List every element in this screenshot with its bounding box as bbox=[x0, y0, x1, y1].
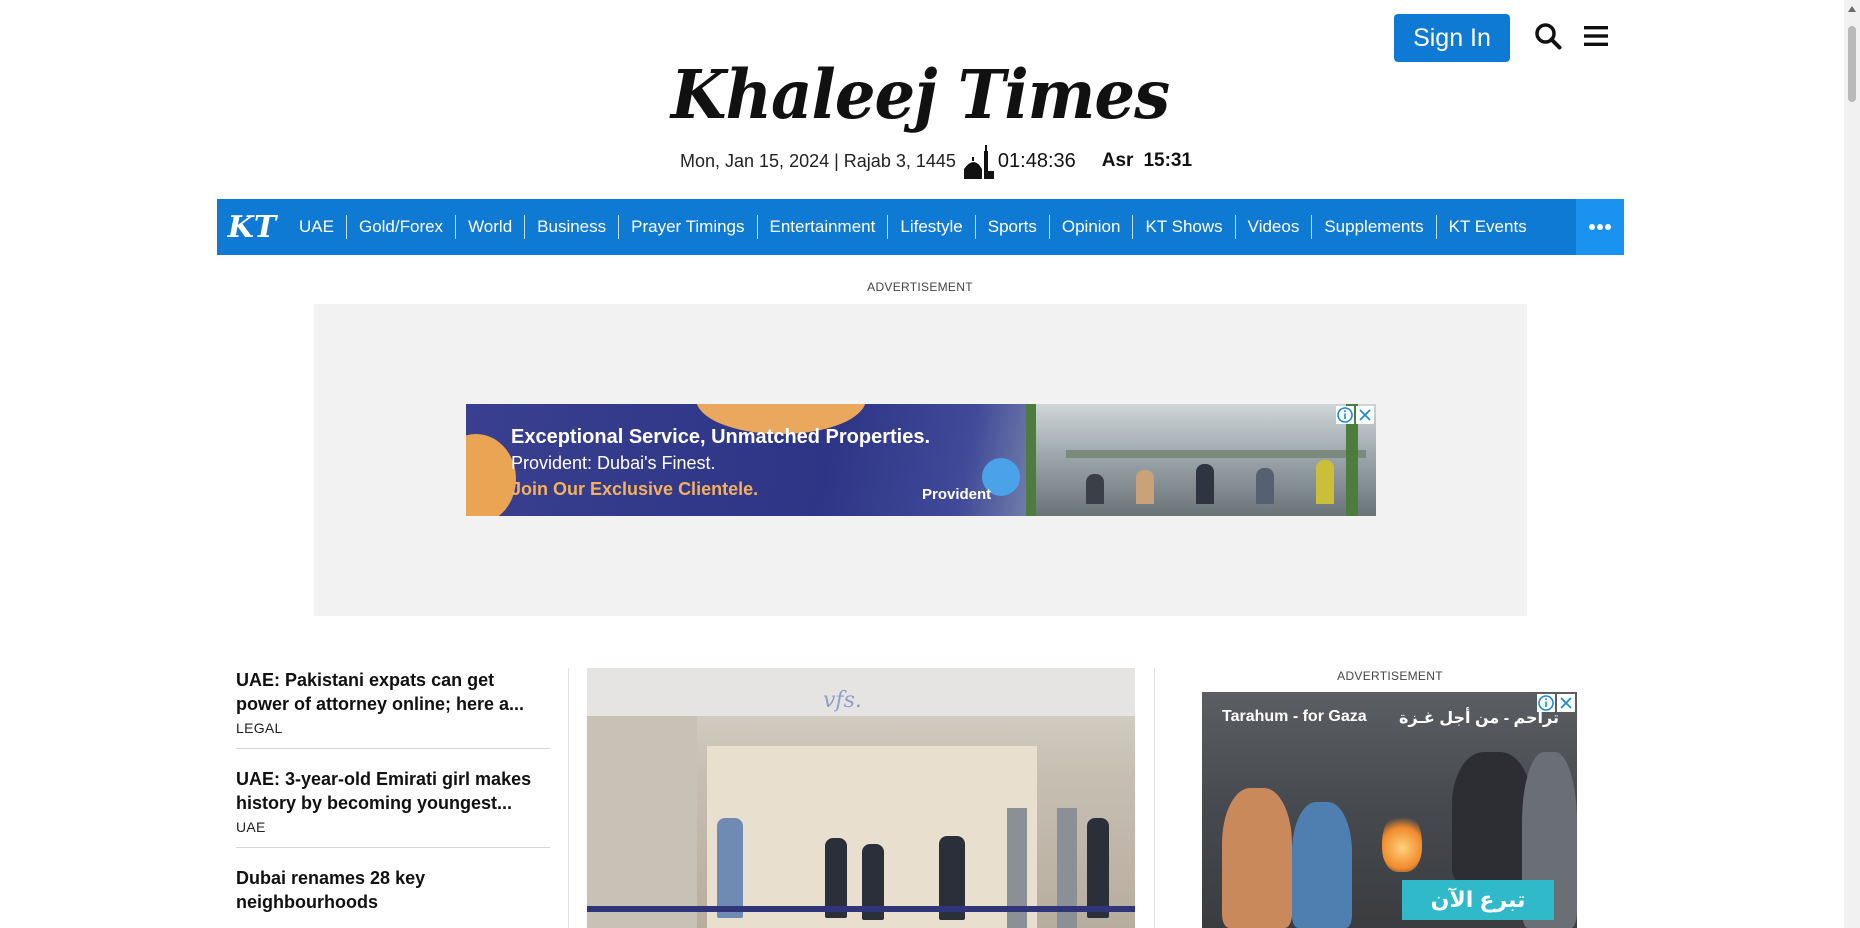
list-item[interactable]: UAE: 3-year-old Emirati girl makes histo… bbox=[236, 767, 550, 848]
nav-item-uae[interactable]: UAE bbox=[287, 215, 347, 239]
nav-item-prayer-timings[interactable]: Prayer Timings bbox=[619, 215, 758, 239]
nav-item-business[interactable]: Business bbox=[525, 215, 620, 239]
right-ad-banner[interactable]: Tarahum - for Gaza تراحم - من أجل غـزة ت… bbox=[1202, 692, 1577, 928]
image-signage: vfs. bbox=[823, 688, 862, 713]
ad-subline: Provident: Dubai's Finest. bbox=[511, 453, 716, 473]
nav-item-videos[interactable]: Videos bbox=[1236, 215, 1313, 239]
nav-item-entertainment[interactable]: Entertainment bbox=[758, 215, 889, 239]
mosque-icon bbox=[963, 145, 994, 179]
ad-headline: Exceptional Service, Unmatched Propertie… bbox=[511, 426, 931, 448]
sign-in-button[interactable]: Sign In bbox=[1394, 14, 1510, 62]
column-divider bbox=[568, 668, 569, 928]
date-separator: | bbox=[834, 150, 839, 171]
news-headline[interactable]: UAE: Pakistani expats can get power of a… bbox=[236, 668, 550, 716]
ad-close-icon[interactable] bbox=[1356, 406, 1374, 424]
nav-item-supplements[interactable]: Supplements bbox=[1312, 215, 1437, 239]
image-detail bbox=[1087, 818, 1109, 918]
ad-brand: Provident bbox=[922, 486, 992, 503]
ad-close-icon[interactable] bbox=[1557, 694, 1575, 712]
date-prayer-bar: Mon, Jan 15, 2024 | Rajab 3, 1445 01:48:… bbox=[680, 136, 1192, 186]
ad-info-icon[interactable] bbox=[1336, 406, 1354, 424]
ad-photo-detail bbox=[1292, 802, 1352, 928]
nav-item-kt-events[interactable]: KT Events bbox=[1437, 215, 1539, 239]
news-category[interactable]: LEGAL bbox=[236, 720, 550, 736]
image-detail bbox=[717, 818, 743, 918]
news-list: UAE: Pakistani expats can get power of a… bbox=[236, 668, 550, 928]
next-prayer-time: 15:31 bbox=[1143, 150, 1193, 171]
image-detail bbox=[587, 906, 1135, 912]
image-detail bbox=[587, 716, 697, 928]
ad-cta: Join Our Exclusive Clientele. bbox=[511, 479, 759, 499]
scrollbar-thumb[interactable] bbox=[1848, 26, 1856, 102]
ad-photo-detail bbox=[1222, 788, 1292, 928]
current-time: 01:48:36 bbox=[997, 149, 1076, 172]
nav-item-world[interactable]: World bbox=[456, 215, 526, 239]
hijri-date: Rajab 3, 1445 bbox=[843, 150, 956, 171]
next-prayer-name: Asr bbox=[1101, 150, 1134, 171]
ad-title-english: Tarahum - for Gaza bbox=[1222, 708, 1367, 725]
page-scrollbar[interactable] bbox=[1844, 0, 1860, 928]
donate-now-button[interactable]: تبرع الآن bbox=[1402, 880, 1554, 920]
list-item[interactable]: UAE: Pakistani expats can get power of a… bbox=[236, 668, 550, 749]
nav-kt-logo[interactable]: KT bbox=[217, 199, 287, 255]
ad-info-icon[interactable] bbox=[1537, 694, 1555, 712]
ad-decoration bbox=[466, 434, 516, 516]
nav-item-kt-shows[interactable]: KT Shows bbox=[1133, 215, 1236, 239]
scroll-up-arrow-icon[interactable] bbox=[1848, 6, 1856, 12]
column-divider bbox=[1154, 668, 1155, 928]
lead-story-image[interactable]: vfs. bbox=[587, 668, 1135, 928]
advertisement-label: ADVERTISEMENT bbox=[1337, 669, 1443, 683]
nav-item-sports[interactable]: Sports bbox=[976, 215, 1050, 239]
gregorian-date: Mon, Jan 15, 2024 bbox=[680, 150, 830, 171]
news-headline[interactable]: Dubai renames 28 key neighbourhoods bbox=[236, 866, 550, 914]
nav-more-button[interactable] bbox=[1576, 199, 1624, 255]
advertisement-label: ADVERTISEMENT bbox=[867, 280, 973, 294]
news-headline[interactable]: UAE: 3-year-old Emirati girl makes histo… bbox=[236, 767, 550, 815]
ad-title-arabic: تراحم - من أجل غـزة bbox=[1398, 710, 1559, 727]
hamburger-menu-icon[interactable] bbox=[1583, 24, 1609, 48]
nav-item-gold-forex[interactable]: Gold/Forex bbox=[347, 215, 457, 239]
nav-item-lifestyle[interactable]: Lifestyle bbox=[888, 215, 976, 239]
top-ad-banner[interactable]: Exceptional Service, Unmatched Propertie… bbox=[466, 404, 1376, 516]
news-category[interactable]: UAE bbox=[236, 819, 550, 835]
site-logo[interactable]: Khaleej Times bbox=[640, 54, 1200, 138]
nav-item-opinion[interactable]: Opinion bbox=[1050, 215, 1134, 239]
list-item[interactable]: Dubai renames 28 key neighbourhoods bbox=[236, 866, 550, 926]
ad-office-photo bbox=[1026, 404, 1376, 516]
ad-photo-detail bbox=[1452, 752, 1532, 882]
more-dots-icon bbox=[1589, 224, 1611, 230]
ad-photo-detail bbox=[1382, 812, 1422, 872]
search-icon[interactable] bbox=[1534, 22, 1562, 50]
main-navigation: KT UAE Gold/Forex World Business Prayer … bbox=[217, 199, 1624, 255]
